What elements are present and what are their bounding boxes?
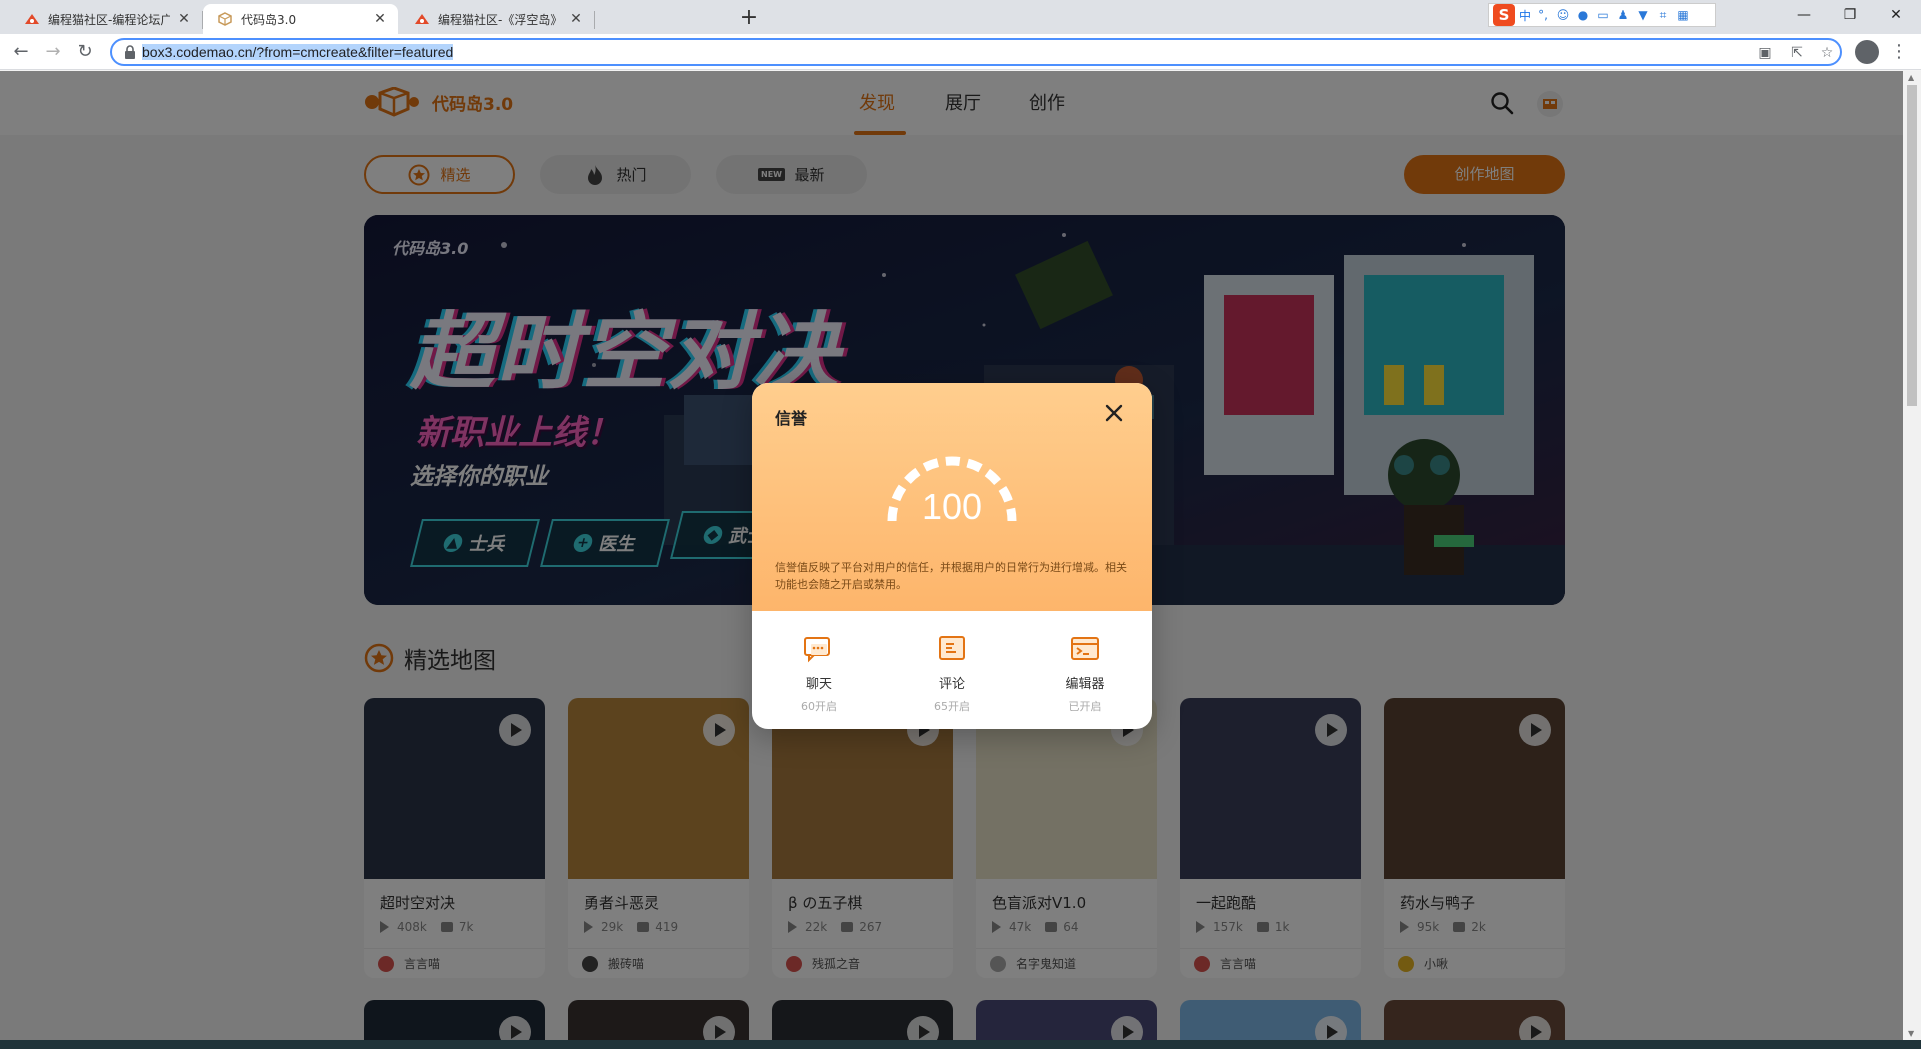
browser-tab[interactable]: 编程猫社区-《浮空岛》开肝！！ ✕: [400, 4, 594, 34]
scrollbar-thumb[interactable]: [1907, 85, 1917, 406]
tab-close-icon[interactable]: ✕: [568, 11, 584, 27]
url-text[interactable]: box3.codemao.cn/?from=cmcreate&filter=fe…: [142, 44, 454, 60]
skin-icon[interactable]: ▼: [1635, 8, 1651, 22]
microphone-icon[interactable]: ●: [1575, 8, 1591, 22]
user-icon[interactable]: ♟: [1615, 8, 1631, 22]
close-window-button[interactable]: ✕: [1873, 0, 1919, 30]
scroll-up-arrow-icon[interactable]: ▲: [1908, 73, 1914, 82]
bookmark-star-icon[interactable]: ☆: [1818, 44, 1836, 62]
ime-toolbar[interactable]: S 中 °, ☺ ● ▭ ♟ ▼ ⌗ ▦: [1488, 3, 1716, 27]
new-tab-button[interactable]: +: [736, 6, 762, 32]
forward-arrow-icon[interactable]: →: [40, 39, 66, 65]
tab-title: 编程猫社区-《浮空岛》开肝！！: [438, 12, 562, 27]
os-taskbar: [0, 1040, 1921, 1049]
browser-menu-icon[interactable]: ⋮: [1890, 40, 1908, 64]
chat-icon: [804, 637, 830, 663]
browser-tab[interactable]: 编程猫社区-编程论坛广场-编程学 ✕: [10, 4, 202, 34]
codemao-favicon-icon: [414, 11, 430, 27]
ime-mode-label[interactable]: 中: [1519, 7, 1531, 24]
reputation-description: 信誉值反映了平台对用户的信任，并根据用户的日常行为进行增减。相关功能也会随之开启…: [775, 561, 1127, 591]
comment-list-icon: [939, 636, 965, 660]
reputation-score: 100: [921, 486, 983, 527]
keyboard-icon[interactable]: ▭: [1595, 8, 1611, 22]
tab-close-icon[interactable]: ✕: [176, 11, 192, 27]
qr-code-icon[interactable]: ▣: [1756, 44, 1774, 62]
codemao-favicon-icon: [24, 11, 40, 27]
feature-editor: 编辑器 已开启: [1035, 635, 1135, 714]
browser-toolbar: ← → ↻ box3.codemao.cn/?from=cmcreate&fil…: [0, 34, 1921, 70]
box3-favicon-icon: [217, 11, 233, 27]
feature-chat: 聊天 60开启: [769, 635, 869, 714]
punctuation-icon[interactable]: °,: [1535, 8, 1551, 22]
emoji-icon[interactable]: ☺: [1555, 8, 1571, 22]
tab-title: 代码岛3.0: [241, 12, 297, 27]
crop-icon[interactable]: ⌗: [1655, 8, 1671, 22]
feature-status: 60开启: [801, 700, 837, 713]
apps-grid-icon[interactable]: ▦: [1675, 8, 1691, 22]
back-arrow-icon[interactable]: ←: [8, 39, 34, 65]
feature-name: 聊天: [805, 677, 832, 692]
feature-comments: 评论 65开启: [902, 635, 1002, 714]
page-content: 代码岛3.0 发现 展厅 创作 精选 热门 NEW 最新 创作地图: [0, 71, 1903, 1040]
reputation-dialog: 信誉 100 信誉值反映了平台对用户的信任，并根据用户的日常行为进行增减。相关功…: [752, 383, 1152, 729]
feature-status: 已开启: [1068, 700, 1102, 713]
browser-tab-strip: 编程猫社区-编程论坛广场-编程学 ✕ 代码岛3.0 ✕ 编程猫社区-《浮空岛》开…: [0, 0, 1921, 34]
tab-close-icon[interactable]: ✕: [372, 11, 388, 27]
reload-icon[interactable]: ↻: [72, 39, 98, 65]
tab-title: 编程猫社区-编程论坛广场-编程学: [48, 12, 170, 27]
feature-name: 评论: [938, 677, 965, 692]
sogou-logo-icon: S: [1493, 4, 1515, 26]
close-icon[interactable]: [1104, 403, 1124, 423]
address-bar[interactable]: box3.codemao.cn/?from=cmcreate&filter=fe…: [110, 38, 1842, 66]
feature-name: 编辑器: [1065, 677, 1105, 692]
scroll-down-arrow-icon[interactable]: ▼: [1908, 1029, 1914, 1038]
feature-status: 65开启: [934, 700, 970, 713]
tab-divider: [594, 11, 595, 29]
restore-button[interactable]: ❐: [1827, 0, 1873, 30]
dialog-title: 信誉: [775, 409, 808, 428]
minimize-button[interactable]: —: [1781, 0, 1827, 30]
profile-avatar-icon[interactable]: [1855, 40, 1879, 64]
open-external-icon[interactable]: ⇱: [1788, 44, 1806, 62]
browser-tab-active[interactable]: 代码岛3.0 ✕: [203, 4, 398, 34]
page-scrollbar[interactable]: ▲ ▼: [1903, 71, 1921, 1040]
lock-icon: [125, 45, 135, 59]
editor-icon: [1071, 637, 1099, 660]
